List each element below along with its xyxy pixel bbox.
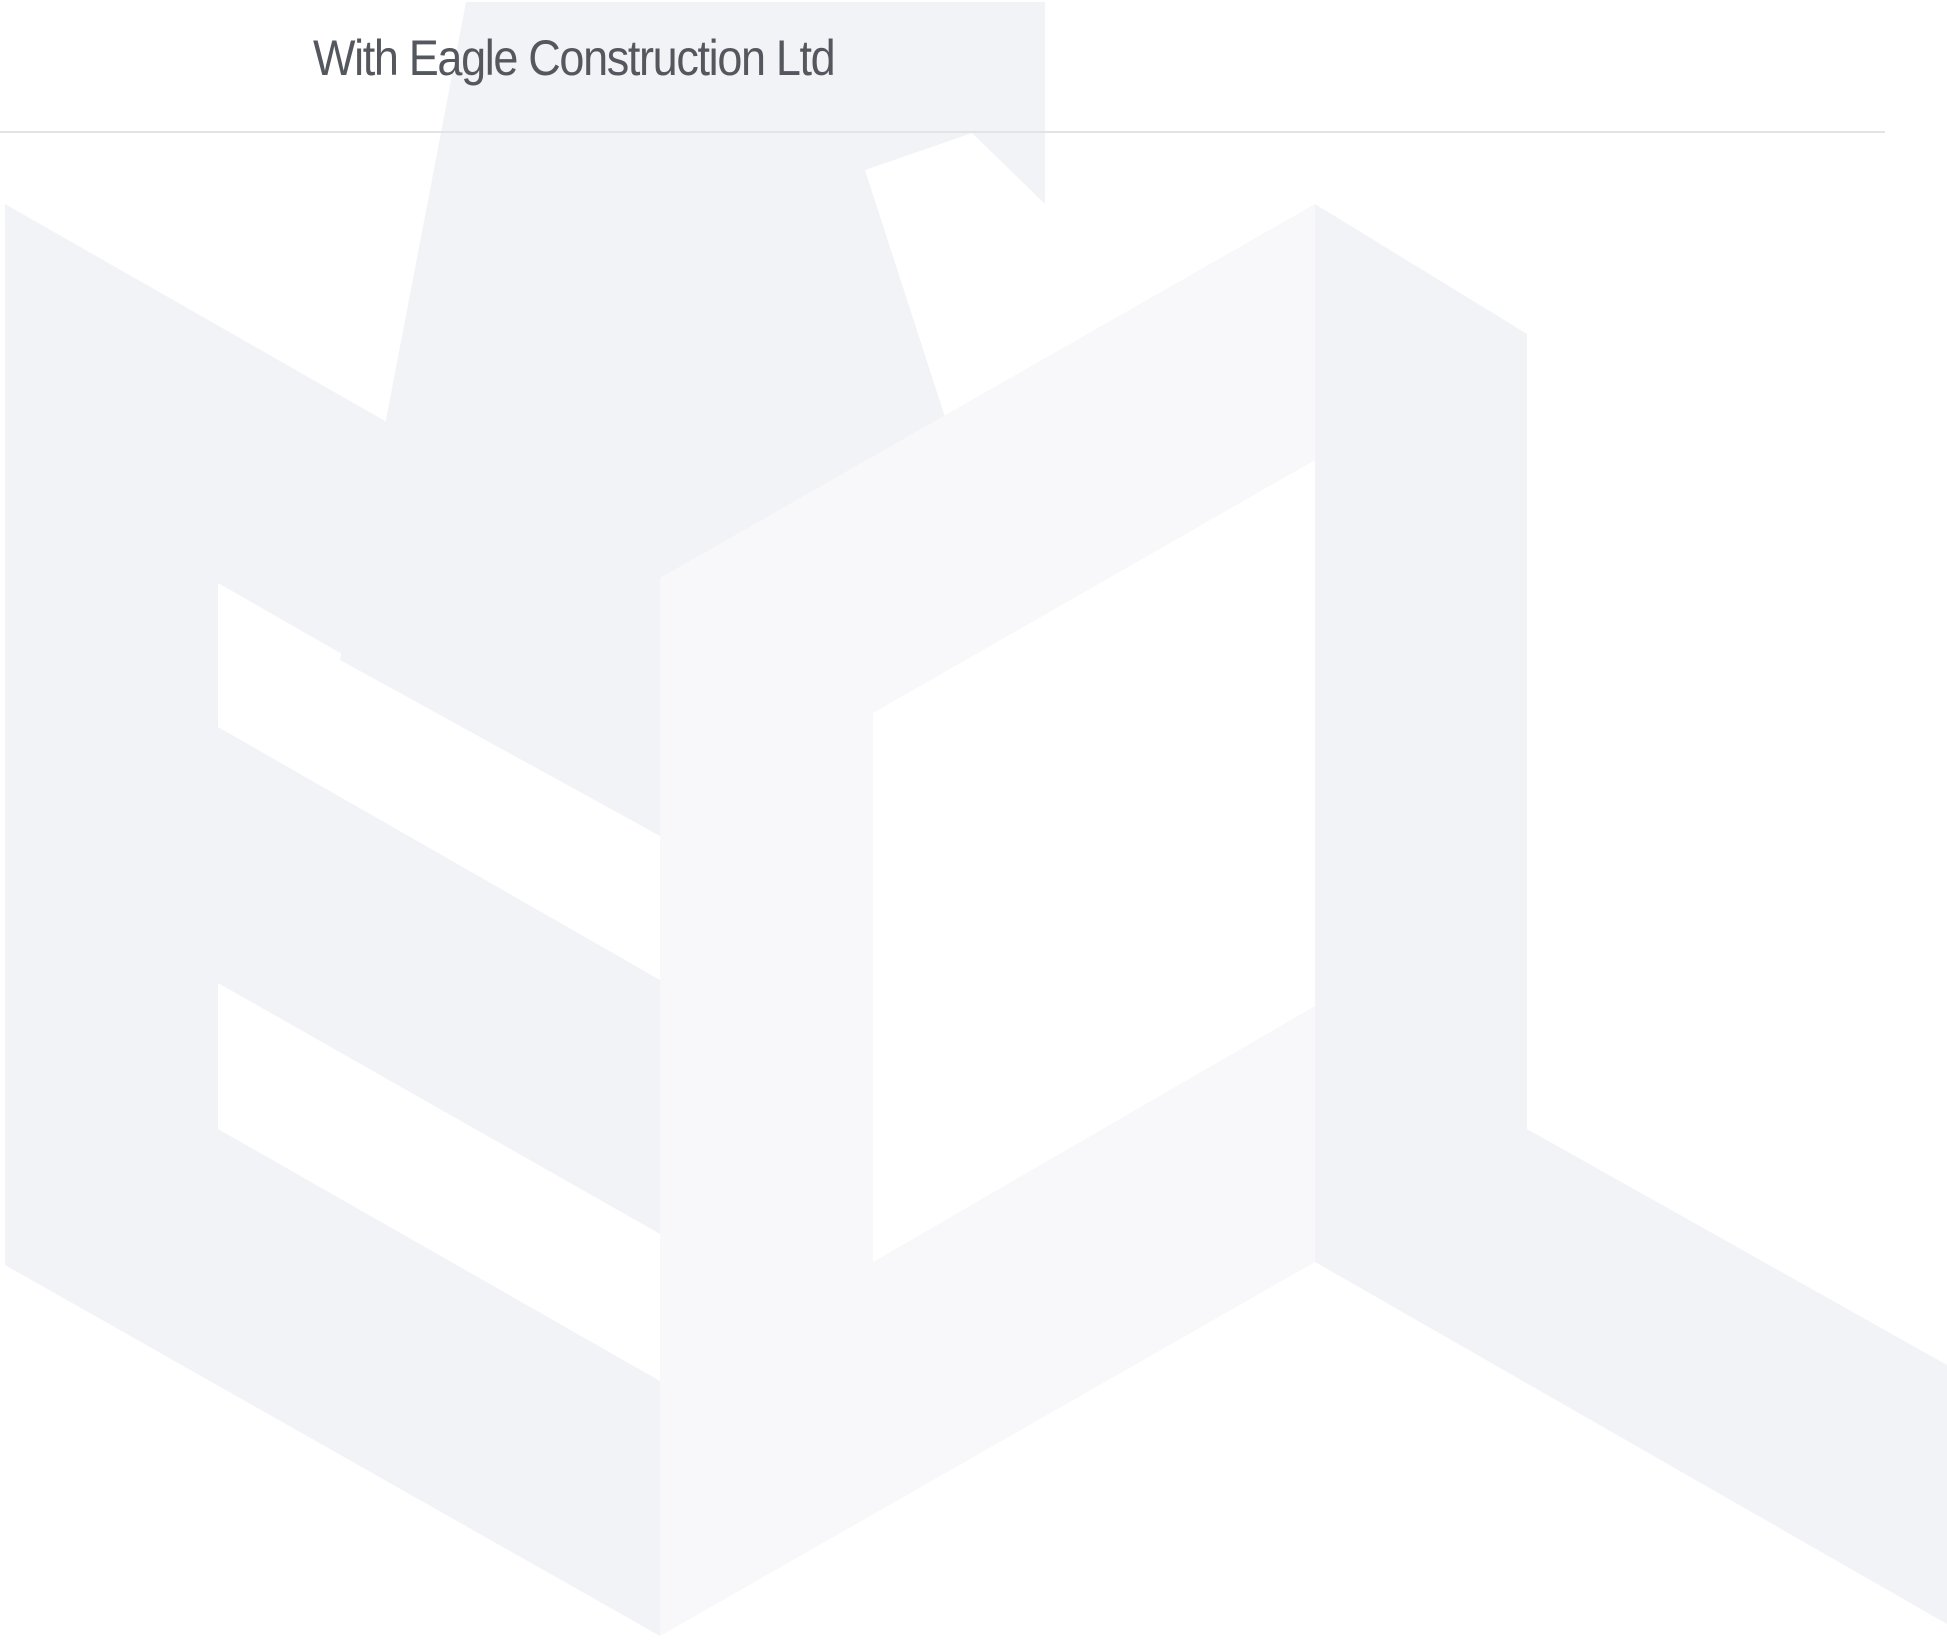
logo-letter-l-shape [1315,204,1947,1624]
page: With Eagle Construction Ltd [0,0,1947,1642]
ecl-logo-watermark-icon [5,2,1947,1636]
page-title: With Eagle Construction Ltd [313,30,836,86]
page-header: With Eagle Construction Ltd [0,0,1885,133]
